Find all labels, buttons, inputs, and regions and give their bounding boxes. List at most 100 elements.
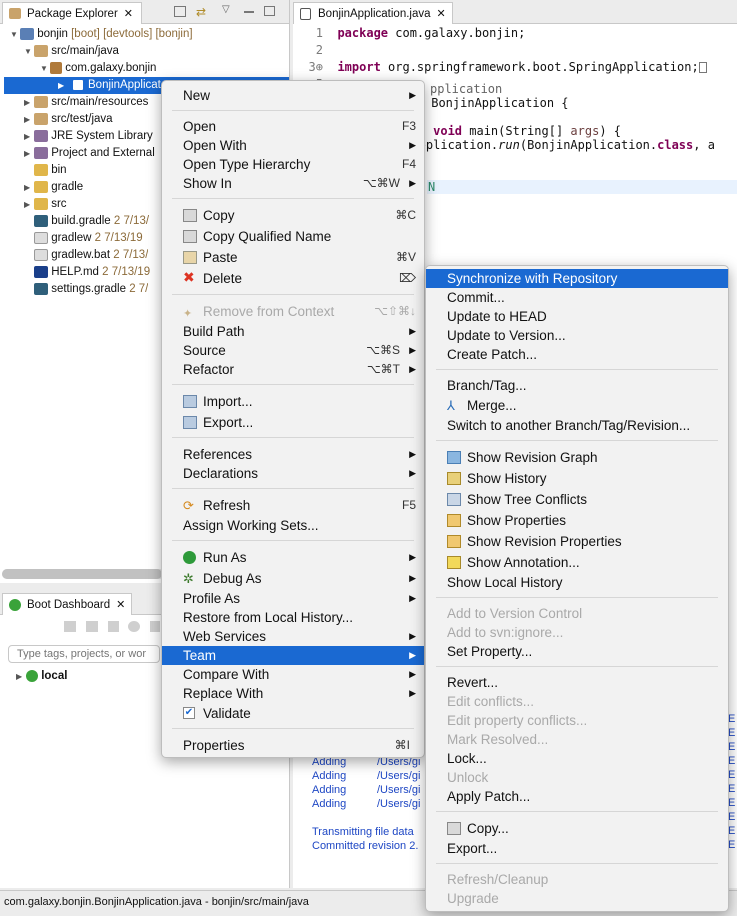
submenu-arrow-icon: ▶	[409, 593, 416, 603]
tree-item-package[interactable]: ▼ com.galaxy.bonjin	[40, 60, 156, 77]
code-keyword: import	[337, 60, 381, 74]
tree-item-settings-gradle[interactable]: settings.gradle 2 7/	[34, 281, 148, 298]
menu-item-declarations[interactable]: Declarations ▶	[162, 464, 424, 483]
menu-item-references[interactable]: References ▶	[162, 445, 424, 464]
tree-item-src-main-java[interactable]: ▼ src/main/java	[24, 43, 119, 60]
menu-item-compare-with[interactable]: Compare With ▶	[162, 665, 424, 684]
menu-item-new[interactable]: New ▶	[162, 86, 424, 105]
menu-label: Team	[183, 648, 217, 663]
menu-item-copy-qualified-name[interactable]: Copy Qualified Name	[162, 227, 424, 246]
menu-item-commit[interactable]: Commit...	[426, 288, 728, 307]
menu-item-copy[interactable]: Copy ⌘C	[162, 206, 424, 225]
menu-item-import[interactable]: Import...	[162, 392, 424, 411]
menu-item-show-in[interactable]: Show In ⌥⌘W ▶	[162, 174, 424, 193]
menu-item-open-with[interactable]: Open With ▶	[162, 136, 424, 155]
tree-label: com.galaxy.bonjin	[65, 62, 157, 74]
menu-item-set-property[interactable]: Set Property...	[426, 642, 728, 661]
tree-label: gradlew	[51, 232, 92, 244]
close-icon[interactable]: ✕	[124, 8, 133, 20]
menu-item-show-properties[interactable]: Show Properties	[426, 511, 728, 530]
tree-item-gradle[interactable]: ▶ gradle	[24, 179, 83, 196]
menu-item-team-export[interactable]: Export...	[426, 839, 728, 858]
collapse-all-icon[interactable]	[174, 6, 186, 17]
menu-item-revision-properties[interactable]: Show Revision Properties	[426, 532, 728, 551]
tree-item-gradlew-bat[interactable]: gradlew.bat 2 7/13/	[34, 247, 148, 264]
menu-item-annotation[interactable]: Show Annotation...	[426, 553, 728, 572]
menu-item-team[interactable]: Team ▶	[162, 646, 424, 665]
tab-bonjinapplication[interactable]: BonjinApplication.java ✕	[293, 2, 453, 24]
menu-item-web-services[interactable]: Web Services ▶	[162, 627, 424, 646]
close-icon[interactable]: ✕	[437, 8, 446, 20]
menu-item-local-history[interactable]: Show Local History	[426, 573, 728, 592]
menu-item-create-patch[interactable]: Create Patch...	[426, 345, 728, 364]
menu-item-apply-patch[interactable]: Apply Patch...	[426, 787, 728, 806]
debug-icon[interactable]	[86, 621, 98, 632]
menu-item-open-type-hierarchy[interactable]: Open Type Hierarchy F4	[162, 155, 424, 174]
open-browser-icon[interactable]	[128, 621, 140, 632]
menu-item-source[interactable]: Source ⌥⌘S ▶	[162, 341, 424, 360]
java-file-icon	[72, 79, 84, 91]
menu-item-merge[interactable]: ⅄ Merge...	[426, 396, 728, 415]
link-with-editor-icon[interactable]: ⇄	[196, 5, 206, 19]
gradle-file-icon	[34, 282, 48, 295]
tree-item-gradlew[interactable]: gradlew 2 7/13/19	[34, 230, 143, 247]
tab-boot-dashboard[interactable]: Boot Dashboard ✕	[2, 593, 132, 615]
console-line: Adding/Users/gi	[312, 797, 420, 811]
menu-label: Update to Version...	[447, 328, 566, 343]
menu-item-profile-as[interactable]: Profile As ▶	[162, 589, 424, 608]
menu-item-lock[interactable]: Lock...	[426, 749, 728, 768]
menu-item-properties[interactable]: Properties ⌘I	[162, 736, 424, 755]
tree-item-bonjin[interactable]: ▼ bonjin [boot] [devtools] [bonjin]	[10, 26, 193, 43]
menu-item-refresh-cleanup: Refresh/Cleanup	[426, 870, 728, 889]
close-icon[interactable]: ✕	[116, 599, 125, 611]
tree-item-bin[interactable]: bin	[24, 162, 67, 179]
menu-item-replace-with[interactable]: Replace With ▶	[162, 684, 424, 703]
menu-item-paste[interactable]: Paste ⌘V	[162, 248, 424, 267]
menu-item-open[interactable]: Open F3	[162, 117, 424, 136]
menu-item-switch[interactable]: Switch to another Branch/Tag/Revision...	[426, 416, 728, 435]
view-menu-icon[interactable]: ▽	[222, 4, 230, 15]
tree-item-local[interactable]: ▶ local	[16, 668, 67, 685]
tree-item-jre[interactable]: ▶ JRE System Library	[24, 128, 153, 145]
menu-item-revert[interactable]: Revert...	[426, 673, 728, 692]
menu-item-update-version[interactable]: Update to Version...	[426, 326, 728, 345]
tree-item-src-test-java[interactable]: ▶ src/test/java	[24, 111, 113, 128]
menu-item-restore-local-history[interactable]: Restore from Local History...	[162, 608, 424, 627]
menu-item-tree-conflicts[interactable]: Show Tree Conflicts	[426, 490, 728, 509]
menu-item-synchronize[interactable]: Synchronize with Repository	[426, 269, 728, 288]
menu-item-assign-working-sets[interactable]: Assign Working Sets...	[162, 516, 424, 535]
tree-item-project-external[interactable]: ▶ Project and External	[24, 145, 155, 162]
menu-item-validate[interactable]: ✔ Validate	[162, 704, 424, 723]
tab-package-explorer[interactable]: Package Explorer ✕	[2, 2, 142, 24]
menu-item-delete[interactable]: ✖ Delete ⌦	[162, 269, 424, 288]
tree-item-help-md[interactable]: HELP.md 2 7/13/19	[34, 264, 150, 281]
stop-icon[interactable]	[108, 621, 119, 632]
scrollbar-thumb[interactable]	[2, 569, 162, 579]
console-icon[interactable]	[150, 621, 160, 632]
menu-item-revision-graph[interactable]: Show Revision Graph	[426, 448, 728, 467]
menu-item-refactor[interactable]: Refactor ⌥⌘T ▶	[162, 360, 424, 379]
start-icon[interactable]	[64, 621, 76, 632]
menu-separator	[436, 597, 718, 598]
tree-label: src/test/java	[51, 113, 113, 125]
filter-input[interactable]	[8, 645, 160, 663]
minimize-icon[interactable]	[244, 11, 254, 13]
tree-item-build-gradle[interactable]: build.gradle 2 7/13/	[34, 213, 149, 230]
menu-item-export[interactable]: Export...	[162, 413, 424, 432]
menu-item-team-copy[interactable]: Copy...	[426, 819, 728, 838]
line-number: 2	[315, 43, 323, 57]
maximize-icon[interactable]	[264, 6, 275, 16]
menu-item-history[interactable]: Show History	[426, 469, 728, 488]
menu-item-branch-tag[interactable]: Branch/Tag...	[426, 376, 728, 395]
properties-icon	[447, 514, 461, 527]
menu-item-debug-as[interactable]: ✲ Debug As ▶	[162, 569, 424, 588]
tree-item-src-main-resources[interactable]: ▶ src/main/resources	[24, 94, 148, 111]
menu-item-refresh[interactable]: ⟳ Refresh F5	[162, 496, 424, 515]
tree-item-src[interactable]: ▶ src	[24, 196, 67, 213]
menu-item-add-version-control: Add to Version Control	[426, 604, 728, 623]
menu-item-run-as[interactable]: Run As ▶	[162, 548, 424, 567]
menu-label: Properties	[183, 738, 245, 753]
menu-item-build-path[interactable]: Build Path ▶	[162, 322, 424, 341]
menu-item-update-head[interactable]: Update to HEAD	[426, 307, 728, 326]
folded-imports-icon[interactable]	[698, 62, 707, 73]
